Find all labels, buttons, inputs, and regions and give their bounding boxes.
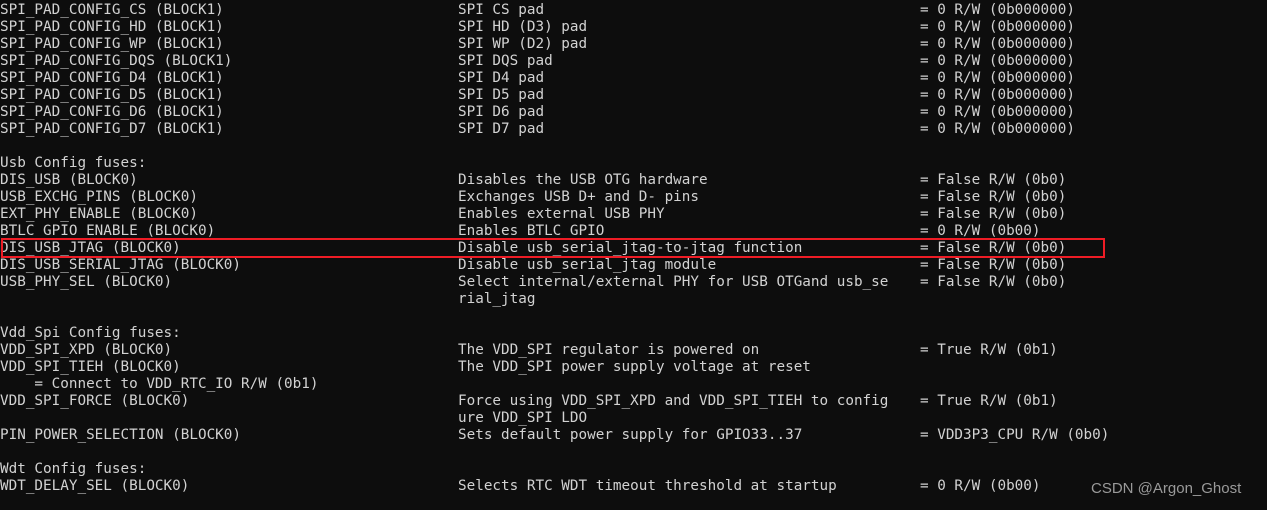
fuse-description: Disable usb_serial_jtag module (458, 257, 717, 273)
fuse-description: Sets default power supply for GPIO33..37 (458, 427, 803, 443)
fuse-value: = 0 R/W (0b00) (920, 223, 1041, 239)
fuse-value: = 0 R/W (0b000000) (920, 121, 1075, 137)
fuse-description: Selects RTC WDT timeout threshold at sta… (458, 478, 837, 494)
fuse-row: USB_PHY_SEL (BLOCK0) Select internal/exte… (0, 274, 1267, 291)
fuse-description: Disables the USB OTG hardware (458, 172, 708, 188)
fuse-name: VDD_SPI_TIEH (BLOCK0) (0, 359, 181, 375)
fuse-value: = False R/W (0b0) (920, 257, 1067, 273)
terminal-output: SPI_PAD_CONFIG_CS (BLOCK1) SPI CS pad = 0 … (0, 2, 1267, 495)
fuse-name: EXT_PHY_ENABLE (BLOCK0) (0, 206, 198, 222)
watermark-text: CSDN @Argon_Ghost (1091, 480, 1242, 497)
fuse-row: DIS_USB_JTAG (BLOCK0) Disable usb_serial_… (0, 240, 1267, 257)
fuse-description: SPI DQS pad (458, 53, 553, 69)
fuse-description: Force using VDD_SPI_XPD and VDD_SPI_TIEH… (458, 393, 889, 409)
fuse-value: = 0 R/W (0b000000) (920, 104, 1075, 120)
section-header-row: Usb Config fuses: (0, 155, 1267, 172)
fuse-name: DIS_USB_SERIAL_JTAG (BLOCK0) (0, 257, 242, 273)
fuse-continuation: = Connect to VDD_RTC_IO R/W (0b1) (0, 376, 319, 392)
fuse-value: = True R/W (0b1) (920, 393, 1058, 409)
fuse-description: SPI D4 pad (458, 70, 545, 86)
fuse-row: EXT_PHY_ENABLE (BLOCK0) Enables external … (0, 206, 1267, 223)
fuse-description: Disable usb_serial_jtag-to-jtag function (458, 240, 803, 256)
fuse-row: WDT_DELAY_SEL (BLOCK0) Selects RTC WDT ti… (0, 478, 1267, 495)
fuse-name: DIS_USB (BLOCK0) (0, 172, 138, 188)
fuse-name: SPI_PAD_CONFIG_D6 (BLOCK1) (0, 104, 224, 120)
fuse-value: = 0 R/W (0b000000) (920, 19, 1075, 35)
fuse-description: The VDD_SPI regulator is powered on (458, 342, 760, 358)
fuse-row: ure VDD_SPI LDO (0, 410, 1267, 427)
fuse-row (0, 308, 1267, 325)
section-title: Wdt Config fuses: (0, 461, 147, 477)
fuse-description: SPI D7 pad (458, 121, 545, 137)
terminal-window: SPI_PAD_CONFIG_CS (BLOCK1) SPI CS pad = 0 … (0, 0, 1267, 510)
section-title: Vdd_Spi Config fuses: (0, 325, 181, 341)
fuse-description: rial_jtag (458, 291, 536, 307)
fuse-row: USB_EXCHG_PINS (BLOCK0) Exchanges USB D+ … (0, 189, 1267, 206)
fuse-value: = True R/W (0b1) (920, 342, 1058, 358)
fuse-name: SPI_PAD_CONFIG_HD (BLOCK1) (0, 19, 224, 35)
fuse-name: SPI_PAD_CONFIG_WP (BLOCK1) (0, 36, 224, 52)
fuse-row (0, 138, 1267, 155)
fuse-description: Exchanges USB D+ and D- pins (458, 189, 700, 205)
fuse-description: The VDD_SPI power supply voltage at rese… (458, 359, 811, 375)
fuse-row: PIN_POWER_SELECTION (BLOCK0) Sets default… (0, 427, 1267, 444)
fuse-description: SPI CS pad (458, 2, 545, 18)
fuse-name: SPI_PAD_CONFIG_DQS (BLOCK1) (0, 53, 233, 69)
section-title: Usb Config fuses: (0, 155, 147, 171)
section-header-row: Wdt Config fuses: (0, 461, 1267, 478)
fuse-row (0, 444, 1267, 461)
fuse-row: SPI_PAD_CONFIG_D7 (BLOCK1) SPI D7 pad = 0 … (0, 121, 1267, 138)
fuse-name: BTLC_GPIO_ENABLE (BLOCK0) (0, 223, 216, 239)
fuse-row: SPI_PAD_CONFIG_DQS (BLOCK1) SPI DQS pad = … (0, 53, 1267, 70)
fuse-value: = 0 R/W (0b000000) (920, 70, 1075, 86)
fuse-value: = 0 R/W (0b000000) (920, 87, 1075, 103)
fuse-value: = 0 R/W (0b000000) (920, 2, 1075, 18)
fuse-name: VDD_SPI_FORCE (BLOCK0) (0, 393, 190, 409)
fuse-description: Select internal/external PHY for USB OTG… (458, 274, 889, 290)
fuse-description: SPI D6 pad (458, 104, 545, 120)
fuse-name: DIS_USB_JTAG (BLOCK0) (0, 240, 181, 256)
fuse-name: SPI_PAD_CONFIG_D7 (BLOCK1) (0, 121, 224, 137)
fuse-row: VDD_SPI_TIEH (BLOCK0) The VDD_SPI power s… (0, 359, 1267, 376)
fuse-row: SPI_PAD_CONFIG_D6 (BLOCK1) SPI D6 pad = 0 … (0, 104, 1267, 121)
fuse-row: SPI_PAD_CONFIG_HD (BLOCK1) SPI HD (D3) pa… (0, 19, 1267, 36)
fuse-description: Enables external USB PHY (458, 206, 665, 222)
fuse-name: WDT_DELAY_SEL (BLOCK0) (0, 478, 190, 494)
fuse-row: DIS_USB_SERIAL_JTAG (BLOCK0) Disable usb_… (0, 257, 1267, 274)
fuse-row: SPI_PAD_CONFIG_D5 (BLOCK1) SPI D5 pad = 0 … (0, 87, 1267, 104)
fuse-name: USB_PHY_SEL (BLOCK0) (0, 274, 173, 290)
fuse-value: = False R/W (0b0) (920, 274, 1067, 290)
fuse-row: VDD_SPI_FORCE (BLOCK0) Force using VDD_SP… (0, 393, 1267, 410)
fuse-row: DIS_USB (BLOCK0) Disables the USB OTG har… (0, 172, 1267, 189)
fuse-row: rial_jtag (0, 291, 1267, 308)
fuse-value: = False R/W (0b0) (920, 206, 1067, 222)
fuse-description: SPI WP (D2) pad (458, 36, 588, 52)
fuse-name: USB_EXCHG_PINS (BLOCK0) (0, 189, 198, 205)
fuse-row: = Connect to VDD_RTC_IO R/W (0b1) (0, 376, 1267, 393)
fuse-value: = 0 R/W (0b000000) (920, 36, 1075, 52)
fuse-row: VDD_SPI_XPD (BLOCK0) The VDD_SPI regulato… (0, 342, 1267, 359)
fuse-name: VDD_SPI_XPD (BLOCK0) (0, 342, 173, 358)
fuse-row: SPI_PAD_CONFIG_WP (BLOCK1) SPI WP (D2) pa… (0, 36, 1267, 53)
fuse-name: SPI_PAD_CONFIG_CS (BLOCK1) (0, 2, 224, 18)
fuse-name: SPI_PAD_CONFIG_D5 (BLOCK1) (0, 87, 224, 103)
fuse-value: = VDD3P3_CPU R/W (0b0) (920, 427, 1110, 443)
section-header-row: Vdd_Spi Config fuses: (0, 325, 1267, 342)
fuse-value: = False R/W (0b0) (920, 189, 1067, 205)
fuse-value: = False R/W (0b0) (920, 240, 1067, 256)
fuse-description: ure VDD_SPI LDO (458, 410, 588, 426)
fuse-name: SPI_PAD_CONFIG_D4 (BLOCK1) (0, 70, 224, 86)
fuse-value: = 0 R/W (0b00) (920, 478, 1041, 494)
fuse-description: Enables BTLC GPIO (458, 223, 605, 239)
fuse-row: SPI_PAD_CONFIG_CS (BLOCK1) SPI CS pad = 0 … (0, 2, 1267, 19)
fuse-description: SPI HD (D3) pad (458, 19, 588, 35)
fuse-row: SPI_PAD_CONFIG_D4 (BLOCK1) SPI D4 pad = 0 … (0, 70, 1267, 87)
fuse-value: = 0 R/W (0b000000) (920, 53, 1075, 69)
fuse-row: BTLC_GPIO_ENABLE (BLOCK0) Enables BTLC GP… (0, 223, 1267, 240)
fuse-value: = False R/W (0b0) (920, 172, 1067, 188)
fuse-name: PIN_POWER_SELECTION (BLOCK0) (0, 427, 242, 443)
fuse-description: SPI D5 pad (458, 87, 545, 103)
